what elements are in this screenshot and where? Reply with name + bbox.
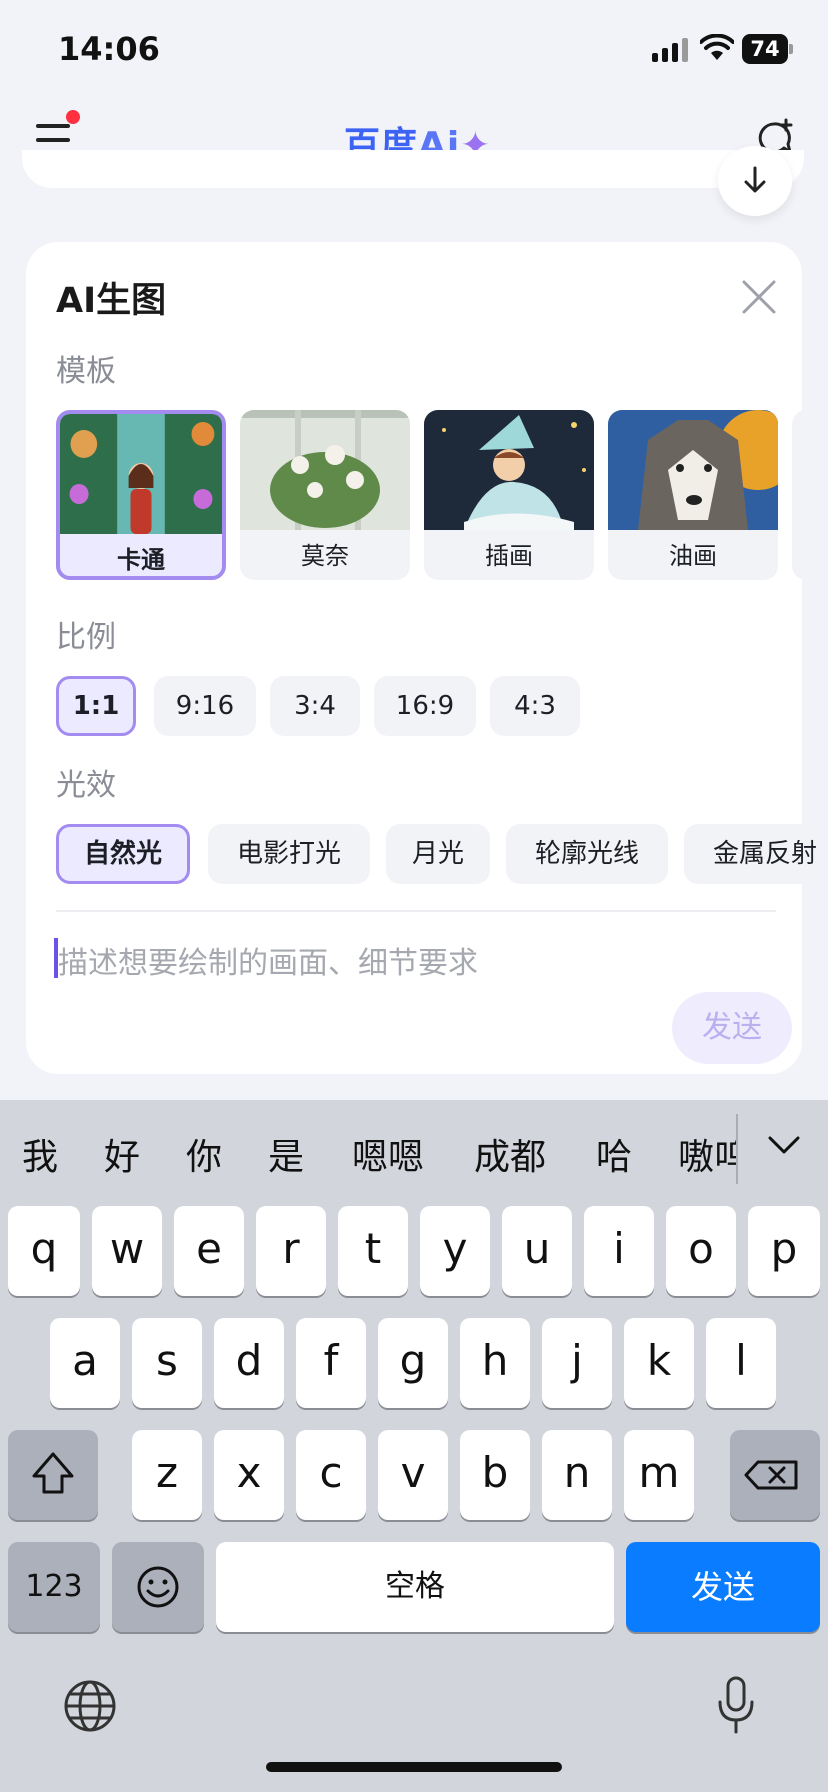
template-list: 卡通 莫奈 插画 油画	[56, 410, 802, 582]
shift-key[interactable]	[8, 1430, 98, 1520]
keyboard-send-key[interactable]: 发送	[626, 1542, 820, 1632]
template-label: 插画	[485, 542, 533, 570]
scroll-down-button[interactable]	[718, 146, 792, 216]
battery-level: 74	[742, 34, 788, 64]
template-label: 卡通	[117, 546, 165, 574]
key[interactable]: i	[584, 1206, 654, 1296]
key[interactable]: f	[296, 1318, 366, 1408]
light-option[interactable]: 自然光	[56, 824, 190, 884]
template-cartoon-image	[60, 414, 222, 534]
home-indicator	[266, 1762, 562, 1772]
key[interactable]: e	[174, 1206, 244, 1296]
candidate-word[interactable]: 嗷呜	[678, 1128, 736, 1180]
key[interactable]: p	[748, 1206, 820, 1296]
emoji-icon	[137, 1566, 179, 1608]
candidate-word[interactable]: 是	[268, 1128, 304, 1180]
template-cartoon[interactable]: 卡通	[56, 410, 226, 580]
key[interactable]: w	[92, 1206, 162, 1296]
key[interactable]: g	[378, 1318, 448, 1408]
microphone-icon[interactable]	[714, 1676, 758, 1736]
ratio-option[interactable]: 3:4	[270, 676, 360, 736]
candidate-word[interactable]: 好	[104, 1128, 140, 1180]
battery-icon: 74	[742, 34, 793, 64]
key[interactable]: d	[214, 1318, 284, 1408]
candidate-word[interactable]: 我	[22, 1128, 58, 1180]
status-bar: 14:06 74	[0, 0, 828, 100]
panel-send-button[interactable]: 发送	[672, 992, 792, 1064]
key[interactable]: u	[502, 1206, 572, 1296]
template-section-label: 模板	[56, 354, 116, 389]
chevron-down-icon[interactable]	[766, 1130, 802, 1160]
space-key[interactable]: 空格	[216, 1542, 614, 1632]
light-option[interactable]: 金属反射	[684, 824, 816, 884]
wifi-icon	[700, 34, 734, 60]
template-oil-painting-image	[608, 410, 778, 530]
notification-dot	[66, 110, 80, 124]
key[interactable]: b	[460, 1430, 530, 1520]
panel-title: AI生图	[56, 281, 167, 321]
template-oil-painting[interactable]: 油画	[608, 410, 778, 580]
key[interactable]: h	[460, 1318, 530, 1408]
globe-icon[interactable]	[62, 1678, 118, 1734]
key[interactable]: o	[666, 1206, 736, 1296]
key[interactable]: l	[706, 1318, 776, 1408]
template-monet[interactable]: 莫奈	[240, 410, 410, 580]
signal-icon	[652, 38, 688, 62]
arrow-down-icon	[744, 166, 766, 193]
ratio-option[interactable]: 1:1	[56, 676, 136, 736]
key[interactable]: z	[132, 1430, 202, 1520]
candidate-word[interactable]: 哈	[596, 1128, 632, 1180]
divider	[56, 910, 776, 912]
ratio-section-label: 比例	[56, 620, 116, 655]
candidate-word[interactable]: 嗯嗯	[352, 1128, 424, 1180]
ratio-option[interactable]: 16:9	[374, 676, 476, 736]
template-illustration[interactable]: 插画	[424, 410, 594, 580]
light-section-label: 光效	[56, 768, 116, 803]
candidate-word[interactable]: 成都	[474, 1128, 546, 1180]
light-options: 自然光 电影打光 月光 轮廓光线 金属反射	[56, 824, 816, 886]
key[interactable]: s	[132, 1318, 202, 1408]
prompt-input[interactable]: 描述想要绘制的画面、细节要求	[54, 934, 754, 984]
light-option[interactable]: 轮廓光线	[506, 824, 668, 884]
template-monet-image	[240, 410, 410, 530]
previous-message-card	[22, 150, 804, 188]
key[interactable]: a	[50, 1318, 120, 1408]
key[interactable]: v	[378, 1430, 448, 1520]
ratio-options: 1:1 9:16 3:4 16:9 4:3	[56, 676, 816, 738]
key[interactable]: n	[542, 1430, 612, 1520]
status-time: 14:06	[58, 30, 160, 68]
ratio-option[interactable]: 9:16	[154, 676, 256, 736]
key[interactable]: c	[296, 1430, 366, 1520]
prompt-placeholder: 描述想要绘制的画面、细节要求	[58, 946, 478, 981]
template-label: 油画	[669, 542, 717, 570]
template-next-partial[interactable]	[792, 410, 802, 580]
ratio-option[interactable]: 4:3	[490, 676, 580, 736]
candidate-separator	[736, 1114, 738, 1184]
key[interactable]: k	[624, 1318, 694, 1408]
key[interactable]: m	[624, 1430, 694, 1520]
emoji-key[interactable]	[112, 1542, 204, 1632]
backspace-key[interactable]	[730, 1430, 820, 1520]
candidate-word[interactable]: 你	[186, 1128, 222, 1180]
key[interactable]: q	[8, 1206, 80, 1296]
numbers-key[interactable]: 123	[8, 1542, 100, 1632]
key[interactable]: t	[338, 1206, 408, 1296]
key[interactable]: r	[256, 1206, 326, 1296]
key[interactable]: y	[420, 1206, 490, 1296]
close-icon[interactable]	[738, 276, 780, 318]
candidate-bar: 我 好 你 是 嗯嗯 成都 哈 嗷呜	[0, 1100, 828, 1200]
shift-icon	[32, 1452, 74, 1494]
light-option[interactable]: 电影打光	[208, 824, 370, 884]
backspace-icon	[744, 1460, 798, 1490]
template-label: 莫奈	[301, 542, 349, 570]
keyboard: 我 好 你 是 嗯嗯 成都 哈 嗷呜 q w e r t y u i o p a…	[0, 1100, 828, 1792]
light-option[interactable]: 月光	[386, 824, 490, 884]
template-illustration-image	[424, 410, 594, 530]
key[interactable]: x	[214, 1430, 284, 1520]
key[interactable]: j	[542, 1318, 612, 1408]
ai-image-panel: AI生图 模板 卡通 莫奈 插画 油画 比例 1:1 9:16 3:4 16:9…	[26, 242, 816, 1074]
